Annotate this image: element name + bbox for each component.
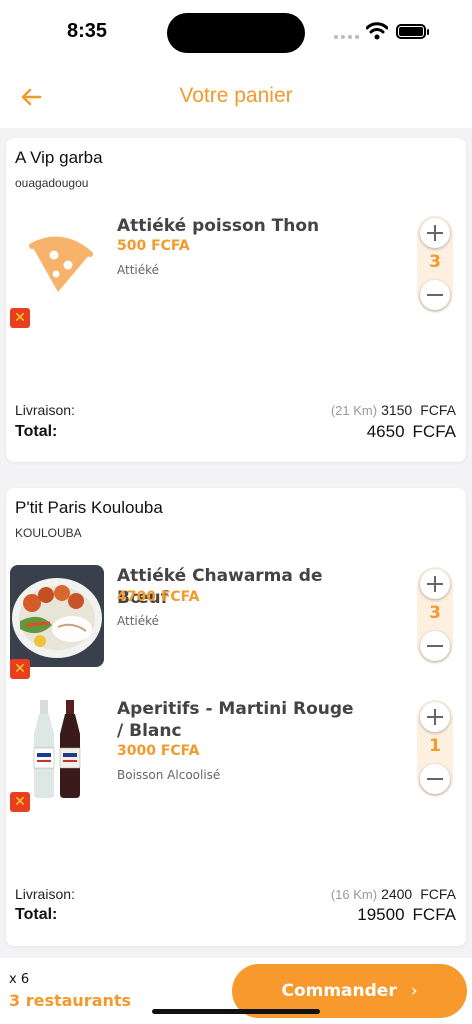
delivery-amount: 3150 bbox=[381, 402, 413, 418]
order-button-label: Commander bbox=[281, 981, 397, 1001]
restaurant-name: A Vip garba bbox=[15, 148, 103, 167]
item-price: 4700 FCFA bbox=[117, 589, 200, 605]
item-price: 3000 FCFA bbox=[117, 743, 200, 759]
restaurants-count: 3 restaurants bbox=[9, 991, 132, 1010]
decrease-quantity-button[interactable] bbox=[420, 764, 450, 794]
dynamic-island bbox=[167, 13, 305, 53]
chevron-right-icon: › bbox=[410, 981, 418, 1001]
delivery-currency: FCFA bbox=[420, 402, 456, 418]
increase-quantity-button[interactable] bbox=[420, 702, 450, 732]
total-label: Total: bbox=[15, 906, 58, 923]
bottom-bar: x 6 3 restaurants Commander › bbox=[0, 958, 472, 1024]
delivery-currency: FCFA bbox=[420, 886, 456, 902]
delivery-distance: (21 Km) bbox=[330, 403, 378, 418]
cart-item: ✕ Aperitifs - Martini Rouge / Blanc 3000… bbox=[6, 698, 466, 812]
total-value: 4650 FCFA bbox=[367, 422, 456, 442]
delivery-label: Livraison: bbox=[15, 402, 75, 418]
item-price: 500 FCFA bbox=[117, 238, 190, 254]
page-title: Votre panier bbox=[179, 84, 293, 107]
food-plate-image bbox=[10, 565, 104, 667]
item-name: Aperitifs - Martini Rouge / Blanc bbox=[117, 699, 354, 741]
total-amount: 19500 bbox=[357, 905, 405, 924]
quantity-stepper: 3 bbox=[417, 216, 453, 312]
remove-item-button[interactable]: ✕ bbox=[10, 659, 30, 679]
restaurant-city: KOULOUBA bbox=[15, 526, 82, 540]
restaurant-city: ouagadougou bbox=[15, 176, 89, 190]
cart-card-restaurant-2: P'tit Paris Koulouba KOULOUBA ✕ Attiéké … bbox=[6, 488, 466, 946]
home-indicator bbox=[152, 1009, 320, 1014]
cart-item: ✕ Attiéké poisson Thon 500 FCFA Attiéké … bbox=[6, 210, 466, 328]
cart-card-restaurant-1: A Vip garba ouagadougou ✕ Attiéké poisso… bbox=[6, 138, 466, 462]
delivery-amount: 2400 bbox=[381, 886, 413, 902]
cart-item: ✕ Attiéké Chawarma de Bœuf 4700 FCFA Att… bbox=[6, 565, 466, 679]
wifi-icon bbox=[366, 22, 388, 40]
item-quantity: 3 bbox=[429, 252, 441, 272]
total-amount: 4650 bbox=[366, 422, 405, 441]
increase-quantity-button[interactable] bbox=[420, 569, 450, 599]
item-name: Attiéké poisson Thon bbox=[117, 216, 320, 236]
decrease-quantity-button[interactable] bbox=[420, 280, 450, 310]
item-count: x 6 bbox=[9, 972, 30, 987]
status-time: 8:35 bbox=[67, 20, 108, 42]
decrease-quantity-button[interactable] bbox=[420, 631, 450, 661]
item-quantity: 3 bbox=[429, 603, 441, 623]
total-value: 19500 FCFA bbox=[357, 905, 456, 925]
item-quantity: 1 bbox=[429, 736, 441, 756]
item-category: Attiéké bbox=[117, 263, 160, 277]
delivery-fee: (16 Km) 2400 FCFA bbox=[331, 886, 456, 902]
remove-item-button[interactable]: ✕ bbox=[10, 308, 30, 328]
quantity-stepper: 3 bbox=[417, 567, 453, 663]
martini-bottles-image bbox=[10, 698, 104, 800]
item-category: Attiéké bbox=[117, 614, 160, 628]
signal-icon bbox=[334, 35, 359, 39]
increase-quantity-button[interactable] bbox=[420, 218, 450, 248]
remove-item-button[interactable]: ✕ bbox=[10, 792, 30, 812]
total-currency: FCFA bbox=[412, 422, 456, 441]
delivery-label: Livraison: bbox=[15, 886, 75, 902]
header: Votre panier bbox=[0, 62, 472, 128]
total-label: Total: bbox=[15, 423, 58, 440]
delivery-fee: (21 Km) 3150 FCFA bbox=[331, 402, 456, 418]
pizza-icon bbox=[10, 210, 104, 312]
battery-icon bbox=[396, 24, 429, 39]
delivery-distance: (16 Km) bbox=[330, 887, 378, 902]
quantity-stepper: 1 bbox=[417, 700, 453, 796]
status-bar: 8:35 bbox=[0, 0, 472, 62]
item-category: Boisson Alcoolisé bbox=[117, 768, 221, 782]
restaurant-name: P'tit Paris Koulouba bbox=[15, 498, 163, 517]
total-currency: FCFA bbox=[412, 905, 456, 924]
